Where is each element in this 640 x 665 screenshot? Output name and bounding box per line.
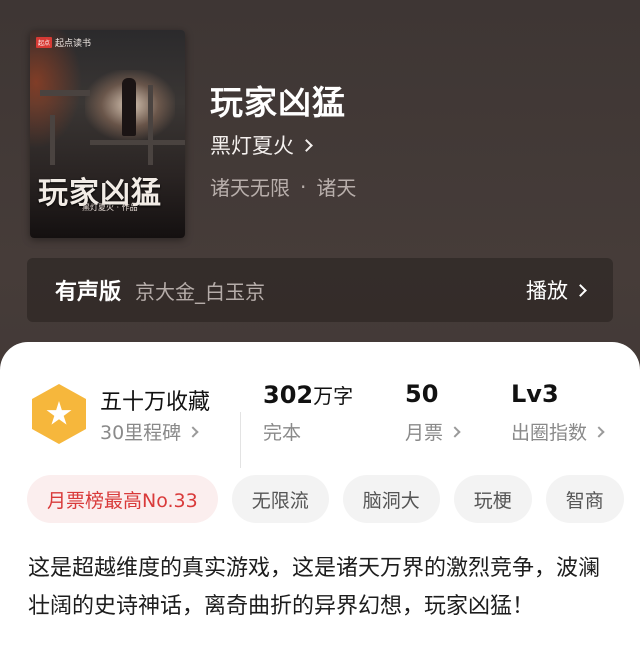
- milestone-text: 30里程碑: [100, 422, 182, 444]
- genre-text[interactable]: 诸天无限: [210, 172, 290, 201]
- milestone-badge-icon: [32, 384, 86, 444]
- audiobook-play-label: 播放: [526, 279, 568, 303]
- cover-author-text: 黑灯夏火 · 作品: [82, 203, 138, 212]
- tag-list: 月票榜最高No.33 无限流 脑洞大 玩梗 智商: [27, 475, 624, 523]
- chevron-right-icon: [593, 425, 605, 438]
- tag-chip[interactable]: 无限流: [231, 475, 329, 523]
- monthly-ticket-count: 50: [405, 380, 439, 408]
- genre-separator: ·: [300, 174, 307, 199]
- audiobook-narrator: 京大金_白玉京: [135, 279, 266, 304]
- tag-chip[interactable]: 玩梗: [453, 475, 532, 523]
- milestone-link[interactable]: 30里程碑: [100, 418, 199, 445]
- popularity-level: Lv3: [511, 380, 559, 408]
- chevron-right-icon: [300, 138, 313, 152]
- completion-status: 完本: [263, 418, 301, 445]
- book-title: 玩家凶猛: [210, 83, 346, 122]
- cover-art-figure: [122, 78, 136, 136]
- word-count: 302万字: [263, 380, 353, 409]
- author-name: 黑灯夏火: [210, 134, 294, 158]
- chevron-right-icon: [187, 425, 199, 438]
- genre-row: 诸天无限 · 诸天: [210, 172, 356, 201]
- popularity-index-link[interactable]: 出圈指数: [511, 418, 605, 445]
- stats-divider: [240, 412, 241, 468]
- audiobook-play-button[interactable]: 播放: [526, 275, 587, 305]
- cover-art-beam: [50, 115, 55, 165]
- genre-sub-text[interactable]: 诸天: [316, 172, 356, 201]
- chevron-right-icon: [449, 425, 461, 438]
- popularity-index-label: 出圈指数: [511, 422, 588, 444]
- tag-ranking[interactable]: 月票榜最高No.33: [27, 475, 218, 523]
- tag-chip[interactable]: 脑洞大: [342, 475, 440, 523]
- star-icon: [46, 401, 72, 425]
- cover-art-beam: [40, 90, 90, 96]
- monthly-ticket-label: 月票: [405, 422, 444, 444]
- book-info-sheet: 五十万收藏 30里程碑 302万字 完本 50 月票 Lv3 出圈指数 月票榜最…: [0, 342, 640, 665]
- completion-status-text: 完本: [263, 422, 302, 444]
- word-count-unit: 万字: [313, 384, 354, 408]
- cover-brand-text: 起点读书: [55, 39, 92, 49]
- audiobook-bar[interactable]: 有声版 京大金_白玉京 播放: [27, 258, 613, 322]
- book-cover-image[interactable]: 起点 起点读书 玩家凶猛 黑灯夏火 · 作品: [30, 30, 185, 238]
- cover-art-beam: [148, 85, 153, 165]
- word-count-value: 302: [263, 381, 314, 409]
- book-header: 起点 起点读书 玩家凶猛 黑灯夏火 · 作品 玩家凶猛 黑灯夏火 诸天无限 · …: [0, 0, 640, 360]
- cover-art-beam: [90, 140, 185, 145]
- monthly-ticket-link[interactable]: 月票: [405, 418, 461, 445]
- stats-row: 五十万收藏 30里程碑 302万字 完本 50 月票 Lv3 出圈指数: [0, 374, 640, 468]
- tag-chip[interactable]: 智商: [545, 475, 624, 523]
- qidian-logo-icon: 起点: [36, 37, 53, 48]
- cover-brand: 起点 起点读书: [36, 36, 91, 49]
- author-link[interactable]: 黑灯夏火: [210, 130, 313, 160]
- audiobook-label: 有声版: [55, 280, 122, 305]
- chevron-right-icon: [574, 283, 587, 297]
- collection-title: 五十万收藏: [100, 390, 211, 415]
- book-synopsis[interactable]: 这是超越维度的真实游戏，这是诸天万界的激烈竞争，波澜壮阔的史诗神话，离奇曲折的异…: [28, 550, 618, 626]
